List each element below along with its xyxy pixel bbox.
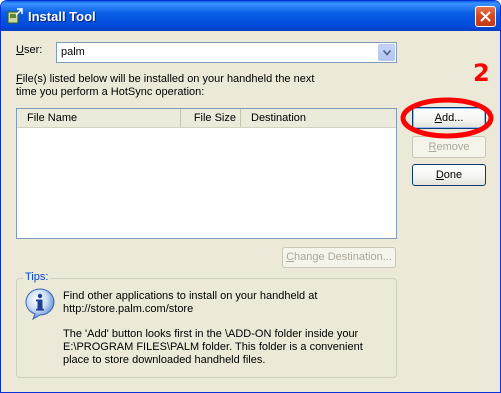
user-dropdown[interactable]: palm [56, 42, 397, 63]
annotation-oval [400, 97, 494, 139]
close-icon [480, 11, 491, 22]
column-header-file-size[interactable]: File Size [181, 109, 241, 127]
file-list[interactable]: File Name File Size Destination [16, 108, 397, 239]
tips-line-4: The 'Add' button looks first in the \ADD… [63, 328, 359, 340]
done-button[interactable]: Done [412, 164, 486, 186]
file-list-header: File Name File Size Destination [17, 109, 396, 128]
change-destination-button[interactable]: Change Destination... [282, 247, 396, 268]
close-button[interactable] [475, 6, 496, 27]
dropdown-arrow-button[interactable] [378, 44, 395, 61]
description-line-2: time you perform a HotSync operation: [16, 86, 205, 98]
column-header-file-name[interactable]: File Name [17, 109, 181, 127]
tips-line-5: E:\PROGRAM FILES\PALM folder. This folde… [63, 341, 363, 353]
tips-title: Tips: [23, 271, 51, 283]
column-header-destination[interactable]: Destination [241, 109, 396, 127]
install-tool-window: Install Tool User: palm File(s) listed b… [0, 0, 501, 393]
tips-line-6: place to store downloaded handheld files… [63, 354, 266, 366]
window-title: Install Tool [28, 9, 96, 24]
install-tool-app-icon [7, 8, 23, 24]
annotation-number: 2 [473, 59, 490, 87]
user-label: User: [16, 44, 43, 56]
tips-line-1: Find other applications to install on yo… [63, 290, 318, 302]
chevron-down-icon [383, 50, 391, 56]
tips-line-2: http://store.palm.com/store [63, 303, 194, 315]
description-line-1: File(s) listed below will be installed o… [16, 73, 315, 85]
info-icon [25, 288, 55, 321]
user-dropdown-value: palm [61, 46, 85, 58]
title-bar[interactable]: Install Tool [1, 1, 500, 31]
